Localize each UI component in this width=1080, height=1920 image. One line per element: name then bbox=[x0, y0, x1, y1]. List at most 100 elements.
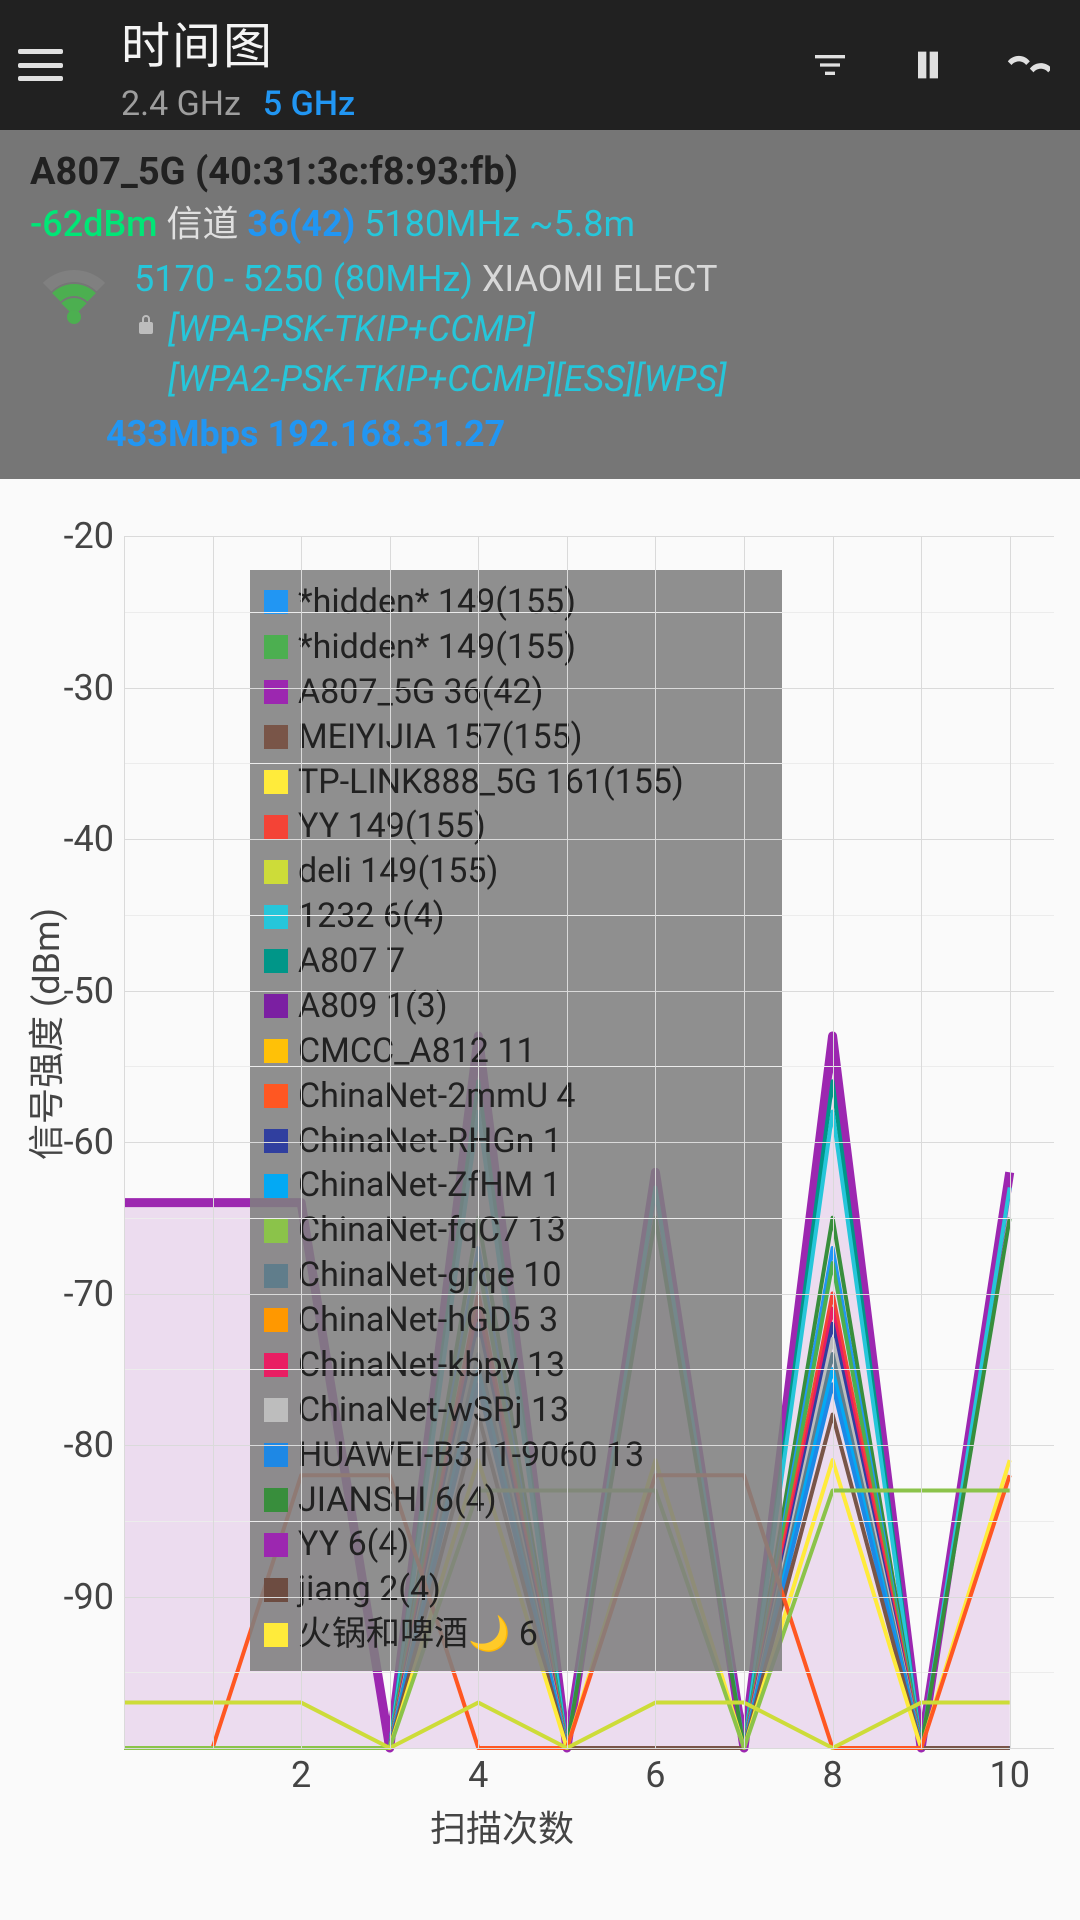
legend-item[interactable]: YY 6(4) bbox=[264, 1522, 768, 1567]
legend-swatch bbox=[264, 1488, 288, 1512]
x-tick: 2 bbox=[291, 1754, 311, 1796]
legend-swatch bbox=[264, 680, 288, 704]
legend-item[interactable]: TP-LINK888_5G 161(155) bbox=[264, 760, 768, 805]
security-line-1: [WPA-PSK-TKIP+CCMP] bbox=[168, 304, 727, 354]
title-zone: 时间图 2.4 GHz 5 GHz bbox=[121, 7, 810, 124]
legend-item[interactable]: ChinaNet-grqe 10 bbox=[264, 1253, 768, 1298]
legend-label: ChinaNet-ZfHM 1 bbox=[298, 1163, 561, 1208]
legend-swatch bbox=[264, 1353, 288, 1377]
legend-item[interactable]: deli 149(155) bbox=[264, 849, 768, 894]
ssid-text: A807_5G bbox=[30, 150, 186, 194]
security-line-2: [WPA2-PSK-TKIP+CCMP][ESS][WPS] bbox=[168, 354, 727, 404]
legend-swatch bbox=[264, 1084, 288, 1108]
screen-title: 时间图 bbox=[121, 7, 810, 78]
legend-label: 火锅和啤酒🌙 6 bbox=[298, 1612, 538, 1657]
vendor-row: 5170 - 5250 (80MHz) XIAOMI ELECT [WPA-PS… bbox=[30, 254, 1050, 405]
frequency-text: 5180MHz bbox=[364, 203, 520, 245]
tab-2-4ghz[interactable]: 2.4 GHz bbox=[121, 84, 241, 124]
legend-label: *hidden* 149(155) bbox=[298, 580, 576, 625]
legend-swatch bbox=[264, 1578, 288, 1602]
legend-label: ChinaNet-wSPj 13 bbox=[298, 1388, 569, 1433]
legend-item[interactable]: ChinaNet-RHGn 1 bbox=[264, 1119, 768, 1164]
tab-5ghz[interactable]: 5 GHz bbox=[263, 84, 355, 124]
legend-item[interactable]: A807 7 bbox=[264, 939, 768, 984]
distance-text: ~5.8m bbox=[529, 203, 635, 245]
plot-surface: *hidden* 149(155)*hidden* 149(155)A807_5… bbox=[124, 536, 1054, 1748]
y-tick: -90 bbox=[64, 1576, 114, 1618]
legend-label: YY 6(4) bbox=[298, 1522, 409, 1567]
legend-swatch bbox=[264, 635, 288, 659]
x-tick: 10 bbox=[989, 1754, 1029, 1796]
y-tick: -20 bbox=[64, 515, 114, 557]
legend-label: JIANSHI 6(4) bbox=[298, 1478, 497, 1523]
wifi-strength-icon bbox=[30, 258, 118, 346]
legend-item[interactable]: *hidden* 149(155) bbox=[264, 625, 768, 670]
legend-swatch bbox=[264, 1129, 288, 1153]
legend-swatch bbox=[264, 994, 288, 1018]
channel-value: 36(42) bbox=[247, 203, 355, 245]
legend-item[interactable]: *hidden* 149(155) bbox=[264, 580, 768, 625]
signal-row: -62dBm 信道 36(42) 5180MHz ~5.8m bbox=[30, 199, 1050, 249]
y-tick: -60 bbox=[64, 1121, 114, 1163]
legend-item[interactable]: MEIYIJIA 157(155) bbox=[264, 715, 768, 760]
vendor-text: XIAOMI ELECT bbox=[482, 258, 718, 300]
security-text-block: [WPA-PSK-TKIP+CCMP] [WPA2-PSK-TKIP+CCMP]… bbox=[168, 304, 727, 405]
legend-label: TP-LINK888_5G 161(155) bbox=[298, 760, 684, 805]
legend-item[interactable]: ChinaNet-hGD5 3 bbox=[264, 1298, 768, 1343]
dbm-value: -62dBm bbox=[30, 203, 158, 245]
legend-label: ChinaNet-grqe 10 bbox=[298, 1253, 562, 1298]
chart-area: 信号强度 (dBm) *hidden* 149(155)*hidden* 149… bbox=[0, 510, 1080, 1920]
y-axis-label: 信号强度 (dBm) bbox=[18, 908, 70, 1160]
network-detail-panel[interactable]: A807_5G (40:31:3c:f8:93:fb) -62dBm 信道 36… bbox=[0, 130, 1080, 479]
legend-swatch bbox=[264, 1398, 288, 1422]
legend-label: ChinaNet-hGD5 3 bbox=[298, 1298, 558, 1343]
legend-swatch bbox=[264, 1443, 288, 1467]
legend-swatch bbox=[264, 725, 288, 749]
legend-item[interactable]: HUAWEI-B311-9060 13 bbox=[264, 1433, 768, 1478]
legend-swatch bbox=[264, 1039, 288, 1063]
legend-label: YY 149(155) bbox=[298, 804, 486, 849]
legend-swatch bbox=[264, 815, 288, 839]
legend-item[interactable]: jiang 2(4) bbox=[264, 1567, 768, 1612]
legend-item[interactable]: ChinaNet-ZfHM 1 bbox=[264, 1163, 768, 1208]
toolbar-actions bbox=[810, 41, 1050, 89]
filter-icon[interactable] bbox=[810, 45, 850, 85]
ip-text: 192.168.31.27 bbox=[267, 413, 505, 455]
legend-swatch bbox=[264, 1623, 288, 1647]
legend-swatch bbox=[264, 905, 288, 929]
legend-label: 1232 6(4) bbox=[298, 894, 445, 939]
pause-icon[interactable] bbox=[908, 41, 948, 89]
legend-item[interactable]: ChinaNet-2mmU 4 bbox=[264, 1074, 768, 1119]
menu-icon[interactable] bbox=[18, 49, 63, 81]
legend-swatch bbox=[264, 860, 288, 884]
legend-item[interactable]: ChinaNet-wSPj 13 bbox=[264, 1388, 768, 1433]
band-text: 5170 - 5250 (80MHz) bbox=[134, 258, 473, 300]
scan-icon[interactable] bbox=[1006, 43, 1050, 87]
channel-label: 信道 bbox=[166, 203, 238, 245]
legend-label: ChinaNet-fqC7 13 bbox=[298, 1208, 566, 1253]
legend-item[interactable]: 1232 6(4) bbox=[264, 894, 768, 939]
security-row: [WPA-PSK-TKIP+CCMP] [WPA2-PSK-TKIP+CCMP]… bbox=[134, 304, 1050, 405]
legend-label: ChinaNet-kbpy 13 bbox=[298, 1343, 565, 1388]
band-vendor-line: 5170 - 5250 (80MHz) XIAOMI ELECT bbox=[134, 254, 1050, 304]
y-tick: -80 bbox=[64, 1424, 114, 1466]
chart-legend[interactable]: *hidden* 149(155)*hidden* 149(155)A807_5… bbox=[250, 570, 782, 1671]
ssid-row: A807_5G (40:31:3c:f8:93:fb) bbox=[30, 146, 1050, 199]
legend-item[interactable]: ChinaNet-kbpy 13 bbox=[264, 1343, 768, 1388]
y-tick: -70 bbox=[64, 1273, 114, 1315]
legend-item[interactable]: YY 149(155) bbox=[264, 804, 768, 849]
legend-label: A807_5G 36(42) bbox=[298, 670, 543, 715]
legend-item[interactable]: JIANSHI 6(4) bbox=[264, 1478, 768, 1523]
legend-label: jiang 2(4) bbox=[298, 1567, 441, 1612]
legend-item[interactable]: 火锅和啤酒🌙 6 bbox=[264, 1612, 768, 1657]
speed-text: 433Mbps bbox=[106, 413, 258, 455]
legend-label: *hidden* 149(155) bbox=[298, 625, 576, 670]
x-tick: 6 bbox=[645, 1754, 665, 1796]
legend-swatch bbox=[264, 1308, 288, 1332]
y-tick: -40 bbox=[64, 818, 114, 860]
legend-swatch bbox=[264, 1533, 288, 1557]
x-tick: 4 bbox=[468, 1754, 488, 1796]
speed-ip-row: 433Mbps 192.168.31.27 bbox=[106, 409, 1050, 459]
legend-item[interactable]: ChinaNet-fqC7 13 bbox=[264, 1208, 768, 1253]
legend-item[interactable]: A807_5G 36(42) bbox=[264, 670, 768, 715]
